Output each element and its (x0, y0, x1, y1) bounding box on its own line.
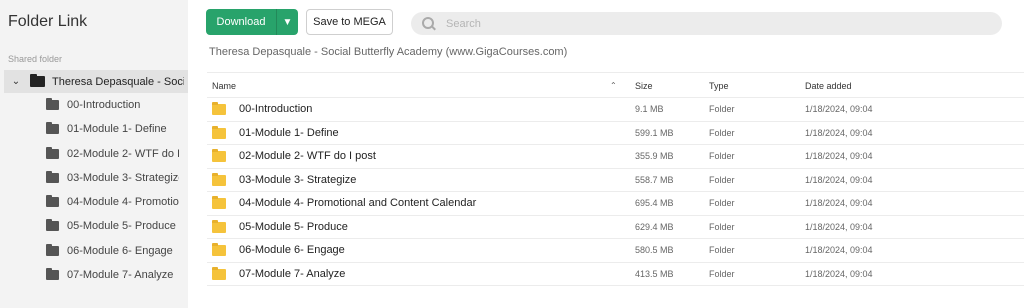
row-type: Folder (709, 245, 735, 255)
row-date: 1/18/2024, 09:04 (805, 245, 873, 255)
tree-item-label: 04-Module 4- Promotional and Content Cal… (67, 196, 179, 208)
column-size-header[interactable]: Size (635, 81, 653, 91)
row-date: 1/18/2024, 09:04 (805, 221, 873, 232)
row-size: 9.1 MB (635, 104, 664, 114)
row-type: Folder (709, 174, 735, 185)
folder-icon (46, 219, 59, 231)
folder-icon (46, 268, 59, 280)
table-row[interactable]: 02-Module 2- WTF do I post 355.9 MB Fold… (207, 145, 1024, 169)
file-table: Name ⌃ Size Type Date added 00-Introduct… (207, 72, 1024, 286)
table-header: Name ⌃ Size Type Date added (207, 72, 1024, 98)
row-type: Folder (709, 151, 735, 161)
table-row[interactable]: 00-Introduction 9.1 MB Folder 1/18/2024,… (207, 98, 1024, 122)
row-name[interactable]: 01-Module 1- Define (239, 127, 339, 139)
folder-icon (46, 244, 59, 256)
tree-item-label: 01-Module 1- Define (67, 123, 167, 135)
tree-item-label: 02-Module 2- WTF do I post (67, 148, 179, 160)
row-date: 1/18/2024, 09:04 (805, 104, 873, 114)
row-type: Folder (709, 221, 735, 232)
row-type: Folder (709, 127, 735, 138)
tree-item[interactable]: 05-Module 5- Produce (46, 216, 188, 236)
folder-icon (46, 195, 59, 207)
folder-icon (30, 74, 45, 87)
row-size: 599.1 MB (635, 127, 674, 138)
breadcrumb: Theresa Depasquale - Social Butterfly Ac… (209, 46, 568, 58)
tree-item[interactable]: 06-Module 6- Engage (46, 241, 188, 261)
table-row[interactable]: 03-Module 3- Strategize 558.7 MB Folder … (207, 169, 1024, 192)
tree-item-label: 03-Module 3- Strategize (67, 172, 179, 184)
row-date: 1/18/2024, 09:04 (805, 151, 873, 161)
shared-folder-label: Shared folder (8, 54, 63, 64)
row-size: 355.9 MB (635, 151, 674, 161)
sidebar-title: Folder Link (8, 13, 88, 30)
column-name-header[interactable]: Name (212, 81, 236, 91)
row-name[interactable]: 03-Module 3- Strategize (239, 174, 356, 186)
column-type-header[interactable]: Type (709, 81, 729, 91)
tree-item[interactable]: 07-Module 7- Analyze (46, 265, 188, 285)
tree-root-folder[interactable]: ⌄ Theresa Depasquale - Social Butterfly … (4, 70, 188, 93)
folder-icon (212, 243, 226, 256)
row-date: 1/18/2024, 09:04 (805, 127, 873, 138)
row-name[interactable]: 02-Module 2- WTF do I post (239, 150, 376, 162)
table-row[interactable]: 04-Module 4- Promotional and Content Cal… (207, 192, 1024, 216)
search-icon (422, 16, 436, 31)
tree-item[interactable]: 01-Module 1- Define (46, 119, 188, 139)
tree-item[interactable]: 00-Introduction (46, 95, 188, 115)
folder-icon (46, 147, 59, 159)
row-size: 558.7 MB (635, 174, 674, 185)
table-row[interactable]: 01-Module 1- Define 599.1 MB Folder 1/18… (207, 122, 1024, 145)
tree-root-label: Theresa Depasquale - Social Butterfly Ac… (52, 75, 184, 88)
row-name[interactable]: 05-Module 5- Produce (239, 221, 348, 233)
folder-icon (46, 122, 59, 134)
folder-icon (212, 196, 226, 209)
folder-icon (212, 266, 226, 280)
tree-item-label: 05-Module 5- Produce (67, 220, 176, 232)
chevron-down-icon[interactable]: ▼ (276, 9, 298, 35)
row-name[interactable]: 06-Module 6- Engage (239, 244, 345, 256)
folder-icon (46, 171, 59, 183)
tree-item-label: 07-Module 7- Analyze (67, 269, 174, 281)
row-date: 1/18/2024, 09:04 (805, 174, 873, 185)
row-size: 580.5 MB (635, 245, 674, 255)
chevron-down-icon[interactable]: ⌄ (8, 76, 24, 87)
download-button-label[interactable]: Download (206, 9, 276, 35)
row-name[interactable]: 00-Introduction (239, 103, 312, 115)
search-input[interactable] (446, 17, 966, 30)
tree-item[interactable]: 04-Module 4- Promotional and Content Cal… (46, 192, 188, 212)
folder-icon (46, 98, 59, 110)
search-bar[interactable] (411, 12, 1002, 35)
row-type: Folder (709, 104, 735, 114)
save-to-mega-button[interactable]: Save to MEGA (306, 9, 393, 35)
tree-item-label: 06-Module 6- Engage (67, 245, 173, 257)
row-size: 629.4 MB (635, 221, 674, 232)
row-size: 695.4 MB (635, 198, 674, 208)
table-row[interactable]: 05-Module 5- Produce 629.4 MB Folder 1/1… (207, 216, 1024, 239)
row-date: 1/18/2024, 09:04 (805, 268, 873, 279)
tree-item[interactable]: 02-Module 2- WTF do I post (46, 144, 188, 164)
row-name[interactable]: 07-Module 7- Analyze (239, 268, 345, 280)
row-name[interactable]: 04-Module 4- Promotional and Content Cal… (239, 197, 476, 209)
sort-ascending-icon[interactable]: ⌃ (610, 81, 617, 90)
row-type: Folder (709, 198, 735, 208)
folder-icon (212, 219, 226, 233)
row-type: Folder (709, 268, 735, 279)
table-row[interactable]: 06-Module 6- Engage 580.5 MB Folder 1/18… (207, 239, 1024, 263)
folder-icon (212, 102, 226, 115)
folder-icon (212, 125, 226, 139)
download-button[interactable]: Download ▼ (206, 9, 298, 35)
folder-icon (212, 172, 226, 186)
row-date: 1/18/2024, 09:04 (805, 198, 873, 208)
folder-icon (212, 149, 226, 162)
tree-item-label: 00-Introduction (67, 99, 141, 111)
column-date-header[interactable]: Date added (805, 81, 852, 91)
table-row[interactable]: 07-Module 7- Analyze 413.5 MB Folder 1/1… (207, 263, 1024, 286)
sidebar: Folder Link Shared folder ⌄ Theresa Depa… (0, 0, 188, 308)
tree-item[interactable]: 03-Module 3- Strategize (46, 168, 188, 188)
row-size: 413.5 MB (635, 268, 674, 279)
